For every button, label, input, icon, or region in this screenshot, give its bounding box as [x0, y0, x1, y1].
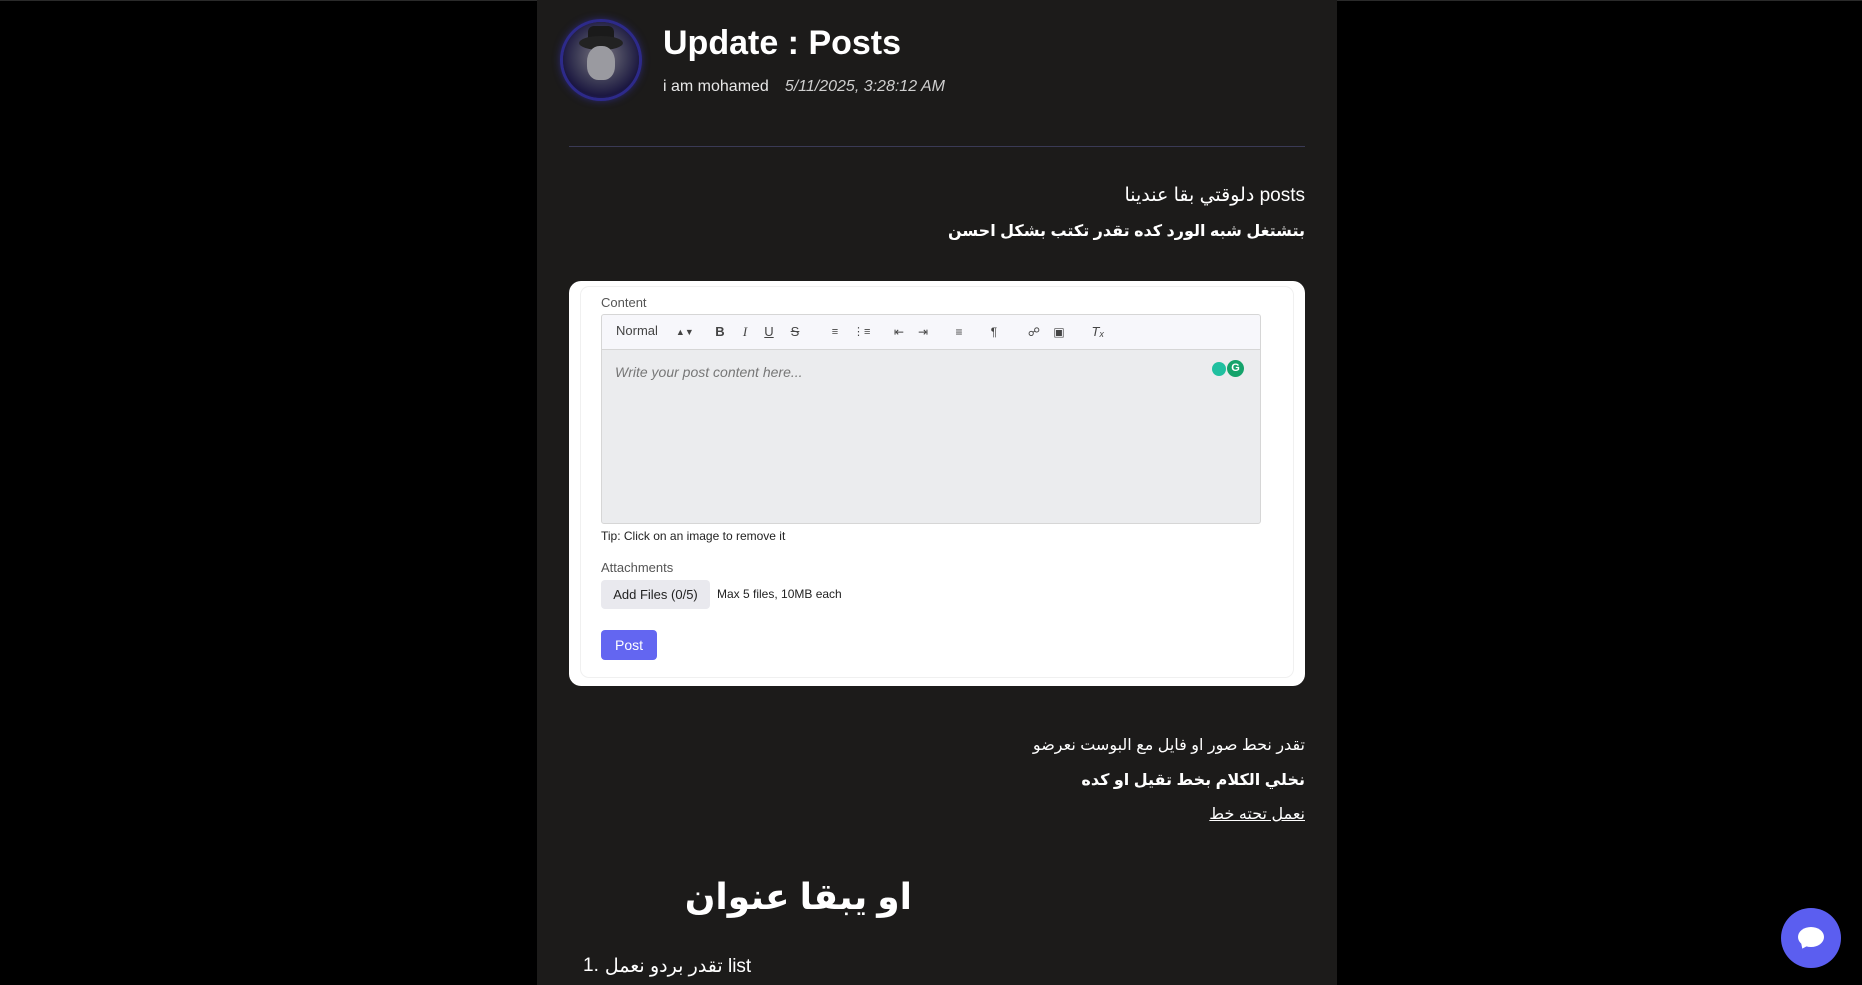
editor-card: Content Normal ▲▼ B I U S ≡ ⋮≡ ⇤ ⇥ ≡ ¶ ☍ … — [569, 281, 1305, 686]
bold-icon[interactable]: B — [713, 325, 727, 339]
italic-icon[interactable]: I — [738, 325, 752, 339]
link-icon[interactable]: ☍ — [1027, 325, 1041, 339]
post-panel: Update : Posts i am mohamed 5/11/2025, 3… — [537, 0, 1337, 985]
author-name[interactable]: i am mohamed — [663, 78, 769, 96]
page-title: Update : Posts — [663, 24, 902, 62]
add-files-button[interactable]: Add Files (0/5) — [601, 580, 710, 609]
editor-tip: Tip: Click on an image to remove it — [601, 529, 786, 543]
outdent-icon[interactable]: ⇤ — [892, 325, 906, 339]
ordered-list-icon[interactable]: ≡ — [828, 325, 842, 339]
editor-placeholder: Write your post content here... — [615, 364, 803, 380]
post-content-editor[interactable]: Write your post content here... G — [601, 349, 1261, 524]
avatar[interactable] — [563, 22, 639, 98]
body-line-1: posts دلوقتي بقا عندينا — [1124, 185, 1305, 206]
list-item: 1. تقدر بردو نعمل list — [583, 955, 751, 978]
avatar-face — [587, 46, 615, 80]
chat-button[interactable] — [1781, 908, 1841, 968]
post-button[interactable]: Post — [601, 630, 657, 660]
format-select-value: Normal — [616, 323, 658, 338]
attachments-limit-note: Max 5 files, 10MB each — [717, 587, 842, 601]
post-date: 5/11/2025, 3:28:12 AM — [784, 78, 945, 95]
format-select[interactable]: Normal ▲▼ — [616, 323, 694, 338]
body-line-3: تقدر نحط صور او فايل مع البوست نعرضو — [1032, 737, 1305, 754]
strike-icon[interactable]: S — [788, 325, 802, 339]
align-icon[interactable]: ≡ — [952, 325, 966, 339]
rtl-direction-icon[interactable]: ¶ — [987, 325, 1001, 339]
body-line-4: نخلي الكلام بخط تقيل او كده — [1081, 772, 1305, 789]
post-heading: او يبقا عنوان — [684, 876, 912, 917]
indent-icon[interactable]: ⇥ — [916, 325, 930, 339]
content-label: Content — [601, 295, 647, 310]
clear-format-icon[interactable]: Tₓ — [1091, 325, 1105, 339]
body-line-5: نعمل تحته خط — [1209, 806, 1305, 823]
list-item-number: 1. — [583, 955, 599, 976]
attachments-label: Attachments — [601, 560, 674, 575]
editor-toolbar: Normal ▲▼ B I U S ≡ ⋮≡ ⇤ ⇥ ≡ ¶ ☍ ▣ Tₓ — [601, 314, 1261, 349]
grammarly-icon[interactable]: G — [1227, 360, 1244, 377]
underline-icon[interactable]: U — [762, 325, 776, 339]
bulb-icon[interactable] — [1212, 362, 1226, 376]
body-line-2: بتشتغل شبه الورد كده تقدر تكتب بشكل احسن — [947, 223, 1305, 240]
header-divider — [569, 146, 1305, 147]
post-meta: i am mohamed 5/11/2025, 3:28:12 AM — [663, 78, 945, 96]
select-arrows-icon: ▲▼ — [675, 327, 694, 337]
bullet-list-icon[interactable]: ⋮≡ — [853, 325, 870, 339]
list-item-text: تقدر بردو نعمل list — [604, 956, 752, 977]
image-icon[interactable]: ▣ — [1052, 325, 1066, 339]
